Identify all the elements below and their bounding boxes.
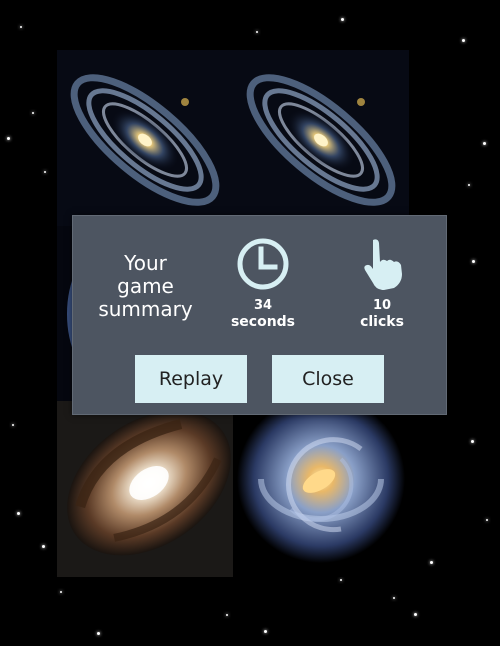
star	[393, 597, 395, 599]
summary-title-line: game	[117, 274, 174, 298]
game-summary-dialog: Your game summary 34 seconds 10 clicks R…	[72, 215, 447, 415]
time-stat: 34 seconds	[218, 236, 308, 331]
star	[462, 39, 465, 42]
time-unit: seconds	[230, 314, 296, 330]
star	[32, 112, 34, 114]
time-value: 34	[253, 298, 273, 313]
black-eye-galaxy-image	[57, 401, 233, 577]
summary-title-line: Your	[124, 251, 167, 275]
clicks-value: 10	[372, 298, 392, 313]
clock-icon	[237, 238, 289, 290]
card-andromeda-2[interactable]	[233, 50, 409, 226]
andromeda-galaxy-image	[57, 50, 233, 226]
star	[60, 591, 62, 593]
star	[44, 171, 46, 173]
summary-title-line: summary	[98, 297, 193, 321]
star	[256, 31, 258, 33]
milky-way-galaxy-image	[233, 401, 409, 577]
star	[226, 614, 228, 616]
star	[12, 424, 14, 426]
star	[414, 613, 417, 616]
star	[20, 26, 22, 28]
star	[7, 137, 10, 140]
clicks-stat: 10 clicks	[337, 236, 427, 331]
card-milky-way[interactable]	[233, 401, 409, 577]
star	[471, 440, 474, 443]
star	[264, 630, 267, 633]
star	[430, 561, 433, 564]
star	[472, 260, 475, 263]
close-button[interactable]: Close	[272, 355, 384, 403]
card-black-eye[interactable]	[57, 401, 233, 577]
pointing-hand-icon	[364, 239, 402, 290]
star	[468, 184, 470, 186]
star	[483, 142, 486, 145]
clicks-unit: clicks	[360, 314, 404, 330]
star	[340, 579, 342, 581]
andromeda-galaxy-image	[233, 50, 409, 226]
star	[486, 519, 488, 521]
replay-button[interactable]: Replay	[135, 355, 247, 403]
star	[17, 512, 20, 515]
star	[97, 632, 100, 635]
star	[341, 18, 344, 21]
star	[42, 545, 45, 548]
summary-title: Your game summary	[93, 252, 198, 321]
card-andromeda-1[interactable]	[57, 50, 233, 226]
